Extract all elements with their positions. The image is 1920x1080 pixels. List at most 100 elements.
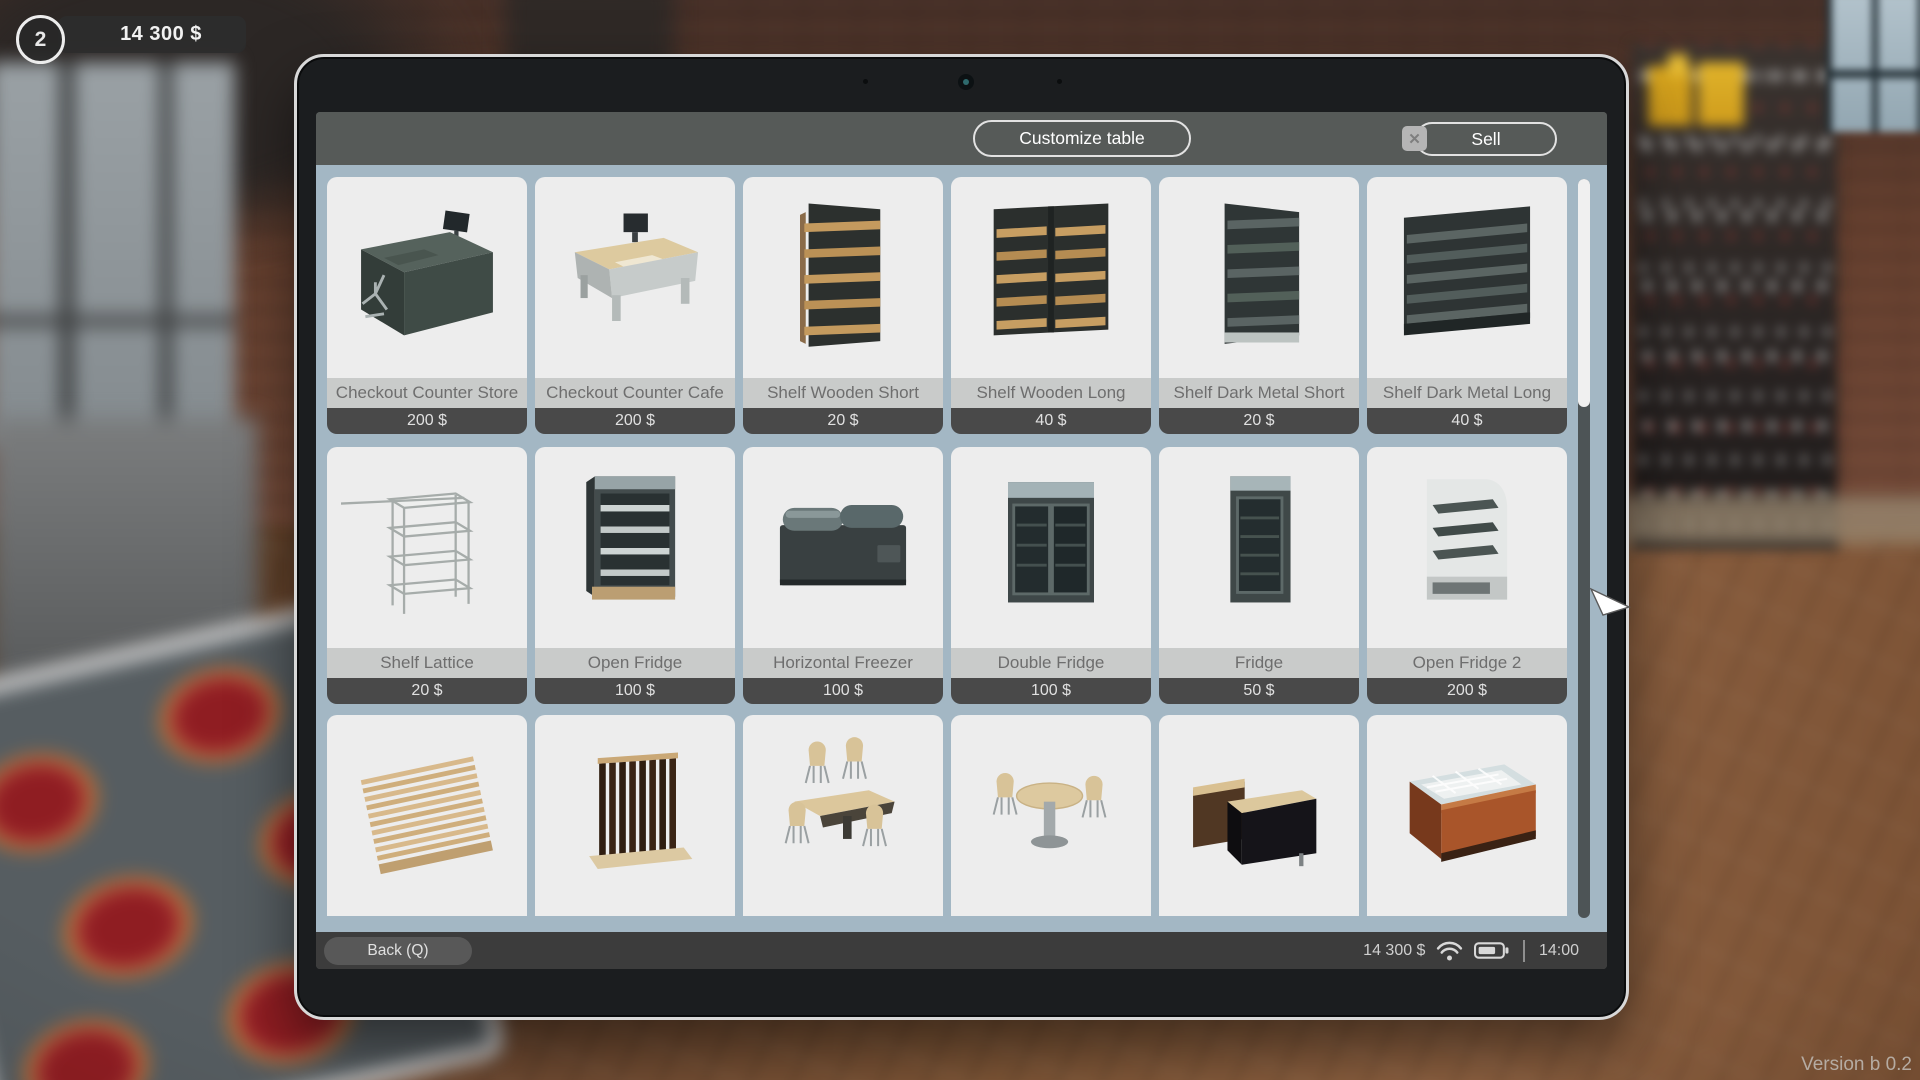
- background-windows-top-right: [1826, 0, 1920, 132]
- background-wall-base: [1618, 496, 1920, 544]
- status-cluster: 14 300 $ 14:00: [1363, 932, 1579, 969]
- item-price: 200 $: [1367, 678, 1567, 704]
- item-image: [327, 447, 527, 648]
- item-card[interactable]: [1367, 715, 1567, 916]
- item-name: Checkout Counter Cafe: [535, 378, 735, 408]
- item-price: 40 $: [951, 408, 1151, 434]
- sensor-dot-icon: [1057, 79, 1062, 84]
- shelf-wood-short-icon: [757, 192, 929, 364]
- item-name: Open Fridge: [535, 648, 735, 678]
- game-screen: 14 300 $ 2 Customize table ✕ Sell Checko…: [0, 0, 1920, 1080]
- item-image: [1159, 447, 1359, 648]
- item-card[interactable]: Shelf Wooden Short20 $: [743, 177, 943, 434]
- item-name: Shelf Dark Metal Long: [1367, 378, 1567, 408]
- item-card[interactable]: Checkout Counter Cafe200 $: [535, 177, 735, 434]
- item-image: [743, 447, 943, 648]
- item-price: 20 $: [327, 678, 527, 704]
- item-price: 50 $: [1159, 678, 1359, 704]
- item-image: [1367, 715, 1567, 916]
- status-clock: 14:00: [1539, 942, 1579, 960]
- item-price: 40 $: [1367, 408, 1567, 434]
- status-divider: [1523, 940, 1525, 962]
- background-window-left: [0, 62, 235, 447]
- scrollbar-thumb[interactable]: [1578, 179, 1590, 407]
- checkout-store-icon: [341, 192, 513, 364]
- item-price: 100 $: [535, 678, 735, 704]
- slat-wall-dark-icon: [549, 730, 721, 902]
- player-level-value: 2: [35, 28, 47, 52]
- item-name: Horizontal Freezer: [743, 648, 943, 678]
- item-card[interactable]: [1159, 715, 1359, 916]
- item-price: 200 $: [327, 408, 527, 434]
- double-fridge-icon: [965, 462, 1137, 634]
- back-button[interactable]: Back (Q): [324, 937, 472, 965]
- item-card[interactable]: Shelf Wooden Long40 $: [951, 177, 1151, 434]
- customize-table-button[interactable]: Customize table: [973, 120, 1191, 157]
- item-card[interactable]: Double Fridge100 $: [951, 447, 1151, 704]
- battery-icon: [1474, 942, 1509, 959]
- sell-button[interactable]: Sell: [1415, 122, 1557, 156]
- display-case-icon: [1381, 730, 1553, 902]
- item-card[interactable]: Horizontal Freezer100 $: [743, 447, 943, 704]
- item-name: Checkout Counter Store: [327, 378, 527, 408]
- money-badge: 14 300 $: [58, 16, 246, 53]
- item-card[interactable]: Shelf Dark Metal Long40 $: [1367, 177, 1567, 434]
- item-image: [1367, 177, 1567, 378]
- table-chairs-4-icon: [757, 730, 929, 902]
- item-image: [535, 715, 735, 916]
- item-name: Fridge: [1159, 648, 1359, 678]
- item-card[interactable]: Fridge50 $: [1159, 447, 1359, 704]
- item-name: Shelf Wooden Long: [951, 378, 1151, 408]
- mouse-cursor: [1588, 584, 1634, 630]
- item-image: [327, 715, 527, 916]
- item-image: [535, 447, 735, 648]
- item-name: Shelf Lattice: [327, 648, 527, 678]
- item-card[interactable]: Shelf Lattice20 $: [327, 447, 527, 704]
- checkout-cafe-icon: [549, 192, 721, 364]
- table-round-2-icon: [965, 730, 1137, 902]
- background-store-shelf: [1632, 44, 1838, 549]
- item-image: [951, 447, 1151, 648]
- status-money: 14 300 $: [1363, 942, 1425, 960]
- scrollbar-track[interactable]: [1578, 179, 1590, 918]
- item-card[interactable]: [951, 715, 1151, 916]
- bottom-bar: Back (Q) 14 300 $ 14:00: [316, 932, 1607, 969]
- item-image: [1159, 177, 1359, 378]
- wifi-icon: [1436, 939, 1463, 962]
- item-card[interactable]: [743, 715, 943, 916]
- open-fridge-2-icon: [1381, 462, 1553, 634]
- item-image: [327, 177, 527, 378]
- item-image: [743, 177, 943, 378]
- sell-checkbox[interactable]: ✕: [1402, 126, 1427, 151]
- background-counter-left: [0, 418, 258, 768]
- item-price: 200 $: [535, 408, 735, 434]
- item-card[interactable]: [327, 715, 527, 916]
- item-price: 100 $: [743, 678, 943, 704]
- money-value: 14 300 $: [120, 23, 202, 46]
- item-card[interactable]: [535, 715, 735, 916]
- item-price: 100 $: [951, 678, 1151, 704]
- item-card[interactable]: Shelf Dark Metal Short20 $: [1159, 177, 1359, 434]
- shelf-dark-long-icon: [1381, 192, 1553, 364]
- item-card[interactable]: Open Fridge 2200 $: [1367, 447, 1567, 704]
- item-card[interactable]: Checkout Counter Store200 $: [327, 177, 527, 434]
- item-name: Double Fridge: [951, 648, 1151, 678]
- camera-icon: [958, 74, 974, 90]
- shelf-dark-short-icon: [1173, 192, 1345, 364]
- item-name: Shelf Dark Metal Short: [1159, 378, 1359, 408]
- version-label: Version b 0.2: [1801, 1054, 1912, 1076]
- item-name: Shelf Wooden Short: [743, 378, 943, 408]
- item-image: [951, 177, 1151, 378]
- tablet-screen: Customize table ✕ Sell Checkout Counter …: [316, 112, 1607, 969]
- item-card[interactable]: Open Fridge100 $: [535, 447, 735, 704]
- horizontal-freezer-icon: [757, 462, 929, 634]
- open-fridge-icon: [549, 462, 721, 634]
- item-image: [1159, 715, 1359, 916]
- item-name: Open Fridge 2: [1367, 648, 1567, 678]
- slat-wall-wood-icon: [341, 730, 513, 902]
- shelf-wood-long-icon: [965, 192, 1137, 364]
- item-image: [535, 177, 735, 378]
- item-image: [743, 715, 943, 916]
- sensor-dot-icon: [863, 79, 868, 84]
- item-image: [1367, 447, 1567, 648]
